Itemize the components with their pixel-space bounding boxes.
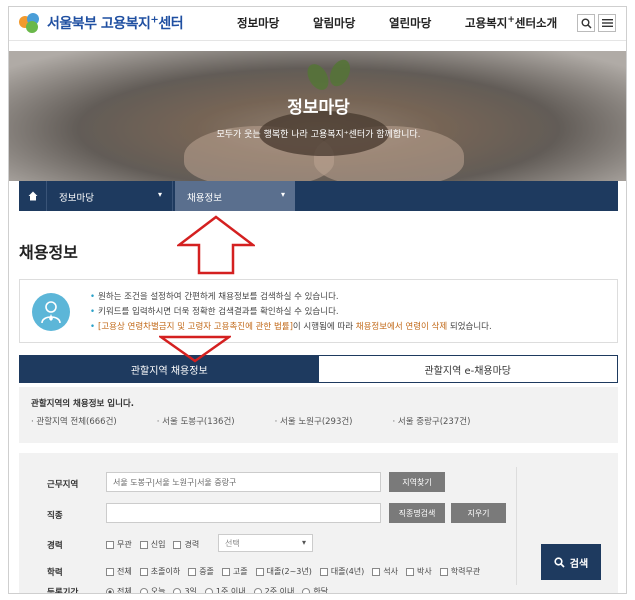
chevron-down-icon: ▾	[280, 190, 285, 199]
career-option[interactable]: 무관	[106, 539, 132, 550]
menu-icon	[601, 19, 613, 27]
period-option[interactable]: 한달	[302, 586, 328, 593]
chevron-down-icon: ▾	[157, 190, 162, 199]
period-option[interactable]: 오늘	[139, 586, 165, 593]
tab-region-ejobs[interactable]: 관할지역 e-채용마당	[318, 356, 617, 382]
region-link-nowon[interactable]: · 서울 노원구(293건)	[275, 415, 373, 427]
site-header: 서울북부 고용복지+센터 정보마당 알림마당 열린마당 고용복지+센터소개	[9, 7, 626, 41]
job-label: 직종	[47, 511, 63, 521]
nav-item-info[interactable]: 정보마당	[237, 15, 313, 31]
career-options: 무관 신입 경력	[106, 539, 207, 550]
browser-frame: 서울북부 고용복지+센터 정보마당 알림마당 열린마당 고용복지+센터소개 정보…	[8, 6, 627, 594]
career-option[interactable]: 신입	[139, 539, 165, 550]
main-nav: 정보마당 알림마당 열린마당 고용복지+센터소개	[237, 15, 585, 31]
edu-option[interactable]: 대졸(4년)	[319, 566, 364, 577]
edu-option[interactable]: 박사	[406, 566, 432, 577]
home-icon	[28, 191, 37, 201]
search-button[interactable]	[577, 14, 595, 32]
region-link-dobong[interactable]: · 서울 도봉구(136건)	[157, 415, 255, 427]
chevron-down-icon: ▾	[301, 538, 306, 547]
search-icon	[554, 556, 565, 568]
region-link-jungnang[interactable]: · 서울 중랑구(237건)	[393, 415, 491, 427]
hero-title: 정보마당	[287, 98, 350, 118]
career-option[interactable]: 경력	[173, 539, 199, 550]
edu-option[interactable]: 석사	[372, 566, 398, 577]
career-select[interactable]: 선택 ▾	[218, 534, 313, 552]
period-option[interactable]: 전체	[106, 586, 132, 593]
edu-option[interactable]: 학력무관	[439, 566, 480, 577]
page-title: 채용정보	[19, 243, 78, 262]
breadcrumb-item-jobs[interactable]: 채용정보 ▾	[175, 181, 295, 211]
info-box: • 원하는 조건을 설정하여 간편하게 채용정보를 검색하실 수 있습니다. • 키…	[19, 279, 618, 343]
search-submit-button[interactable]: 검색	[541, 544, 601, 580]
nav-item-open[interactable]: 열린마당	[389, 15, 465, 31]
edu-option[interactable]: 고졸	[221, 566, 248, 577]
education-options: 전체 초졸이하 중졸 고졸 대졸(2~3년) 대졸(4년) 석사 박사 학력무관	[106, 566, 488, 577]
nav-item-about[interactable]: 고용복지+센터소개	[465, 15, 585, 31]
breadcrumb: 정보마당 ▾ 채용정보 ▾	[19, 181, 618, 211]
hero-banner: 정보마당 모두가 웃는 행복한 나라 고용복지⁺센터가 함께합니다.	[9, 51, 626, 181]
period-label: 등록기간	[47, 588, 79, 594]
annotation-arrow-down	[159, 335, 231, 363]
edu-option[interactable]: 초졸이하	[139, 566, 180, 577]
region-title: 관할지역의 채용정보 입니다.	[31, 399, 134, 409]
education-label: 학력	[47, 568, 63, 578]
person-icon	[32, 293, 70, 331]
edu-option[interactable]: 대졸(2~3년)	[255, 566, 312, 577]
period-option[interactable]: 2주 이내	[253, 586, 294, 593]
breadcrumb-home[interactable]	[19, 181, 47, 211]
work-area-label: 근무지역	[47, 480, 79, 490]
hero-subtitle: 모두가 웃는 행복한 나라 고용복지⁺센터가 함께합니다.	[216, 130, 421, 140]
annotation-arrow-up	[177, 215, 255, 275]
logo-text: 서울북부 고용복지+센터	[47, 14, 184, 32]
clear-button[interactable]: 지우기	[451, 503, 506, 523]
search-form: 근무지역 서울 도봉구|서울 노원구|서울 중랑구 지역찾기 직종 직종명검색 …	[19, 453, 618, 594]
job-field[interactable]	[106, 503, 381, 523]
edu-option[interactable]: 전체	[106, 566, 132, 577]
period-options: 전체 오늘 3일 1주 이내 2주 이내 한달	[106, 586, 336, 593]
breadcrumb-item-info[interactable]: 정보마당 ▾	[47, 181, 173, 211]
region-link-all[interactable]: · 관할지역 전체(666건)	[31, 415, 137, 427]
edu-option[interactable]: 중졸	[188, 566, 214, 577]
nav-item-notice[interactable]: 알림마당	[313, 15, 389, 31]
career-label: 경력	[47, 541, 63, 551]
menu-button[interactable]	[598, 14, 616, 32]
find-area-button[interactable]: 지역찾기	[389, 472, 445, 492]
job-search-button[interactable]: 직종명검색	[389, 503, 445, 523]
period-option[interactable]: 1주 이내	[204, 586, 246, 593]
work-area-field[interactable]: 서울 도봉구|서울 노원구|서울 중랑구	[106, 472, 381, 492]
tab-bar: 관할지역 채용정보 관할지역 e-채용마당	[19, 355, 618, 383]
site-logo[interactable]: 서울북부 고용복지+센터	[19, 13, 184, 33]
period-option[interactable]: 3일	[173, 586, 197, 593]
region-summary: 관할지역의 채용정보 입니다. · 관할지역 전체(666건) · 서울 도봉구…	[19, 387, 618, 443]
info-text: • 원하는 조건을 설정하여 간편하게 채용정보를 검색하실 수 있습니다. • 키…	[90, 292, 492, 332]
search-icon	[581, 18, 592, 29]
region-links: · 관할지역 전체(666건) · 서울 도봉구(136건) · 서울 노원구(…	[31, 415, 510, 427]
logo-icon	[19, 13, 41, 33]
